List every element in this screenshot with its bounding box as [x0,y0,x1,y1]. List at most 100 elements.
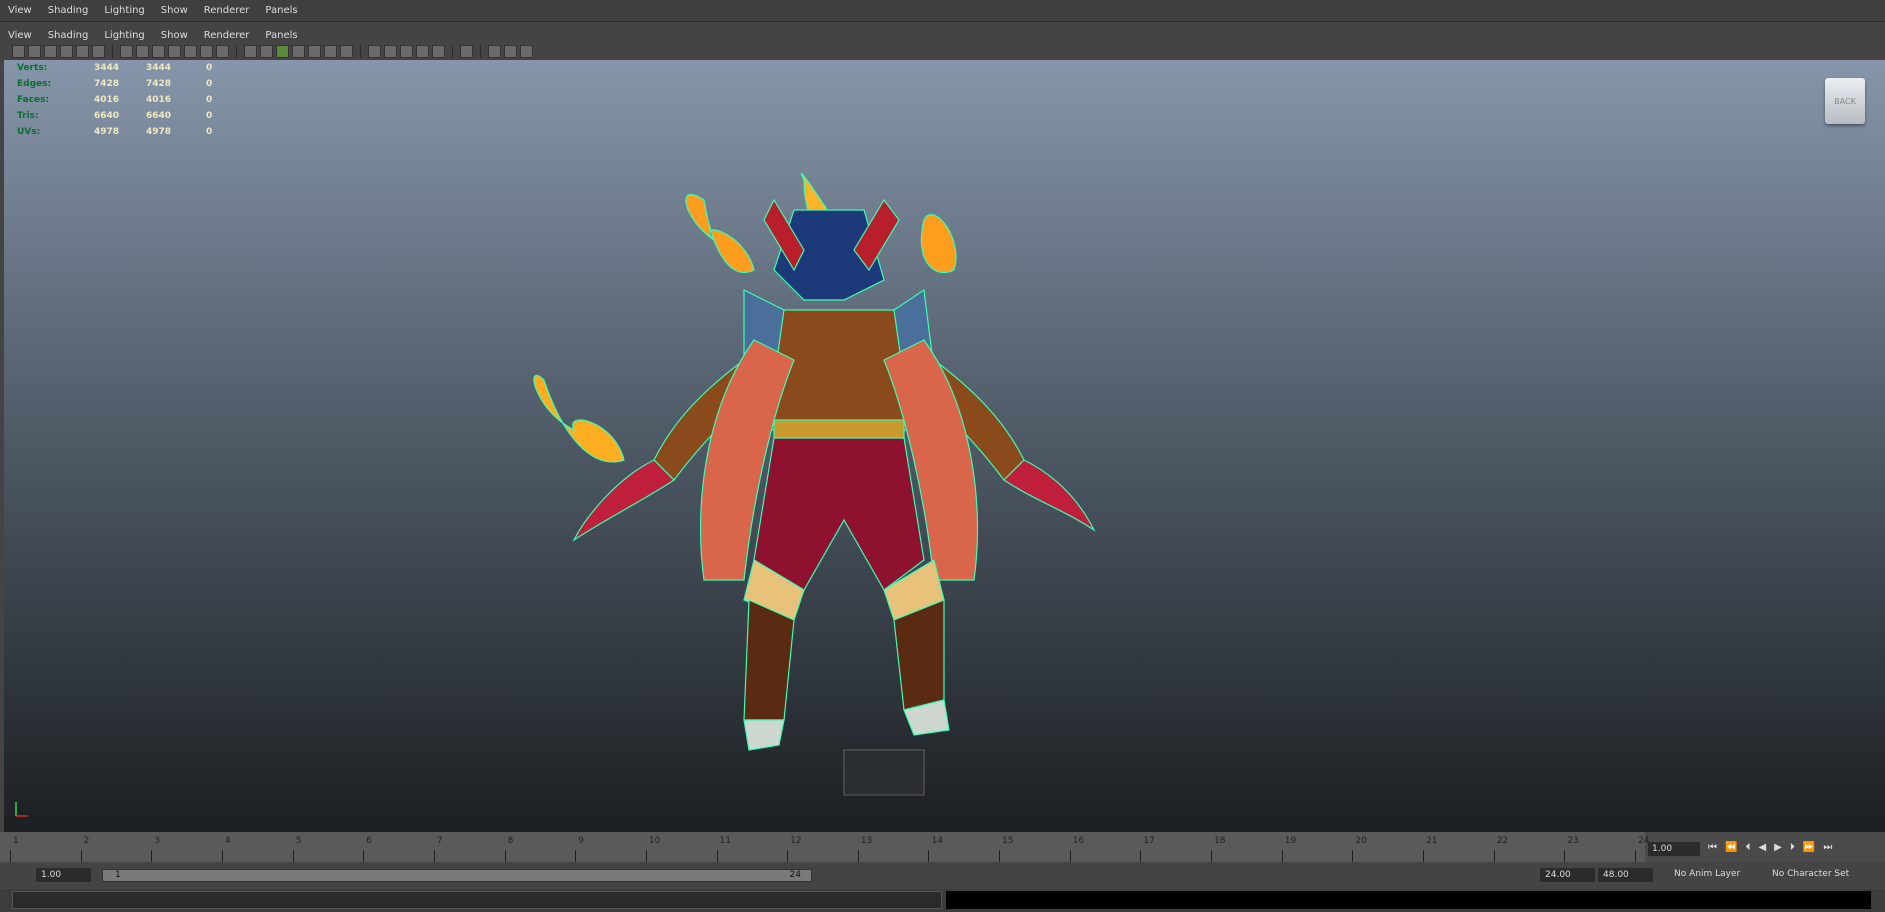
menu-panels[interactable]: Panels [257,5,305,16]
gate-mask-icon[interactable] [168,45,181,58]
timeline-tick [1423,850,1425,862]
panel-menu-lighting[interactable]: Lighting [96,30,152,41]
time-slider[interactable]: 1 2 3 4 5 6 7 8 9 10 11 12 13 14 15 16 17 18 19 20 21 22 23 24 … [0,832,1885,862]
timeline-tick [10,850,11,862]
command-output [946,891,1871,909]
play-forwards-icon[interactable]: ▶ [1774,842,1782,853]
anti-alias-icon[interactable] [416,45,429,58]
view-cube[interactable]: BACK [1825,78,1865,124]
step-back-frame-icon[interactable]: ⏴ [1745,842,1750,853]
safe-title-icon[interactable] [216,45,229,58]
timeline-tick [1352,850,1354,862]
hud-value: 0 [206,63,213,73]
timeline-tick [292,850,294,862]
3d-viewport[interactable]: Verts: 3444 3444 0 Edges: 7428 7428 0 Fa… [4,60,1885,832]
hud-value: 4978 [146,127,172,137]
motion-blur-icon[interactable] [400,45,413,58]
safe-action-icon[interactable] [200,45,213,58]
toolbar-divider [480,45,481,58]
timeline-tick-label: 13 [860,836,873,846]
animation-end-field[interactable]: 48.00 [1598,868,1653,882]
hud-row: UVs: 4978 4978 0 [17,124,226,140]
timeline-tick [999,850,1001,862]
timeline-tick-label: 5 [295,836,302,846]
timeline-tick-label: 18 [1214,836,1226,846]
play-backwards-icon[interactable]: ◀ [1758,842,1766,853]
timeline-tick-label: 9 [578,836,584,846]
grid-icon[interactable] [120,45,133,58]
timeline-tick-label: 4 [224,836,231,846]
hud-label: Faces: [17,95,50,105]
grease-pencil-icon[interactable] [76,45,89,58]
poly-count-hud: Verts: 3444 3444 0 Edges: 7428 7428 0 Fa… [17,60,226,140]
field-chart-icon[interactable] [184,45,197,58]
timeline-ruler[interactable]: 1 2 3 4 5 6 7 8 9 10 11 12 13 14 15 16 17 18 19 20 21 22 23 24 [0,832,1649,862]
wireframe-icon[interactable] [244,45,257,58]
select-camera-icon[interactable] [12,45,25,58]
resolution-gate-icon[interactable] [152,45,165,58]
hud-row: Verts: 3444 3444 0 [17,60,226,76]
range-slider[interactable]: 1 24 [102,869,812,882]
panel-menu-view[interactable]: View [0,30,40,41]
smooth-shade-icon[interactable] [260,45,273,58]
camera-attributes-icon[interactable] [28,45,41,58]
timeline-tick-label: 3 [154,836,161,846]
menu-renderer[interactable]: Renderer [196,5,258,16]
menu-shading[interactable]: Shading [40,5,97,16]
bookmark-icon[interactable] [44,45,57,58]
xray-joints-icon[interactable] [460,45,473,58]
view-cube-label: BACK [1834,96,1856,106]
panel-menu-panels[interactable]: Panels [257,30,305,41]
hud-value: 4978 [94,127,120,137]
anim-layer-dropdown[interactable]: No Anim Layer [1674,869,1740,879]
film-gate-icon[interactable] [136,45,149,58]
timeline-tick-label: 23 [1567,836,1579,846]
toolbar-divider [112,45,113,58]
timeline-tick [221,850,223,862]
node-editor-icon[interactable] [520,45,533,58]
panel-menu-show[interactable]: Show [153,30,196,41]
panel-menu-renderer[interactable]: Renderer [196,30,258,41]
depth-of-field-icon[interactable] [432,45,445,58]
panel-menubar: View Shading Lighting Show Renderer Pane… [0,27,1885,43]
timeline-tick-label: 8 [507,836,514,846]
viewport-2-icon[interactable] [504,45,517,58]
isolate-select-icon[interactable] [368,45,381,58]
playback-end-field[interactable]: 24.00 [1540,868,1595,882]
command-input[interactable] [12,891,942,909]
step-back-key-icon[interactable]: ⏪ [1725,842,1737,853]
record-icon[interactable] [92,45,105,58]
panel-menu-shading[interactable]: Shading [40,30,97,41]
timeline-tick-label: 12 [790,836,802,846]
menu-show[interactable]: Show [153,5,196,16]
animation-start-field[interactable]: 1.00 [36,868,91,882]
menu-view[interactable]: View [0,5,40,16]
timeline-tick [1564,850,1566,862]
timeline-tick [1635,850,1636,862]
timeline-tick [716,850,718,862]
ambient-occlusion-icon[interactable] [384,45,397,58]
timeline-tick-label: 14 [931,836,943,846]
image-plane-icon[interactable] [60,45,73,58]
step-forward-frame-icon[interactable]: ⏵ [1790,842,1795,853]
menu-lighting[interactable]: Lighting [96,5,152,16]
current-frame-field[interactable]: 1.00 [1648,842,1700,856]
character-set-dropdown[interactable]: No Character Set [1772,869,1849,879]
timeline-tick-label: 17 [1143,836,1155,846]
textured-icon[interactable] [308,45,321,58]
wireframe-on-shaded-icon[interactable] [276,45,289,58]
timeline-tick-label: 16 [1072,836,1085,846]
xray-icon[interactable] [292,45,305,58]
go-to-end-icon[interactable]: ⏭ [1823,842,1832,853]
shadows-icon[interactable] [340,45,353,58]
step-forward-key-icon[interactable]: ⏩ [1803,842,1815,853]
toolbar-divider [452,45,453,58]
go-to-start-icon[interactable]: ⏮ [1708,842,1717,853]
character-model[interactable] [504,160,1184,800]
hud-value: 0 [206,95,213,105]
timeline-tick-label: 6 [366,836,372,846]
hud-value: 0 [206,127,213,137]
lights-icon[interactable] [324,45,337,58]
hud-value: 7428 [146,79,172,89]
camera-icon[interactable] [488,45,501,58]
